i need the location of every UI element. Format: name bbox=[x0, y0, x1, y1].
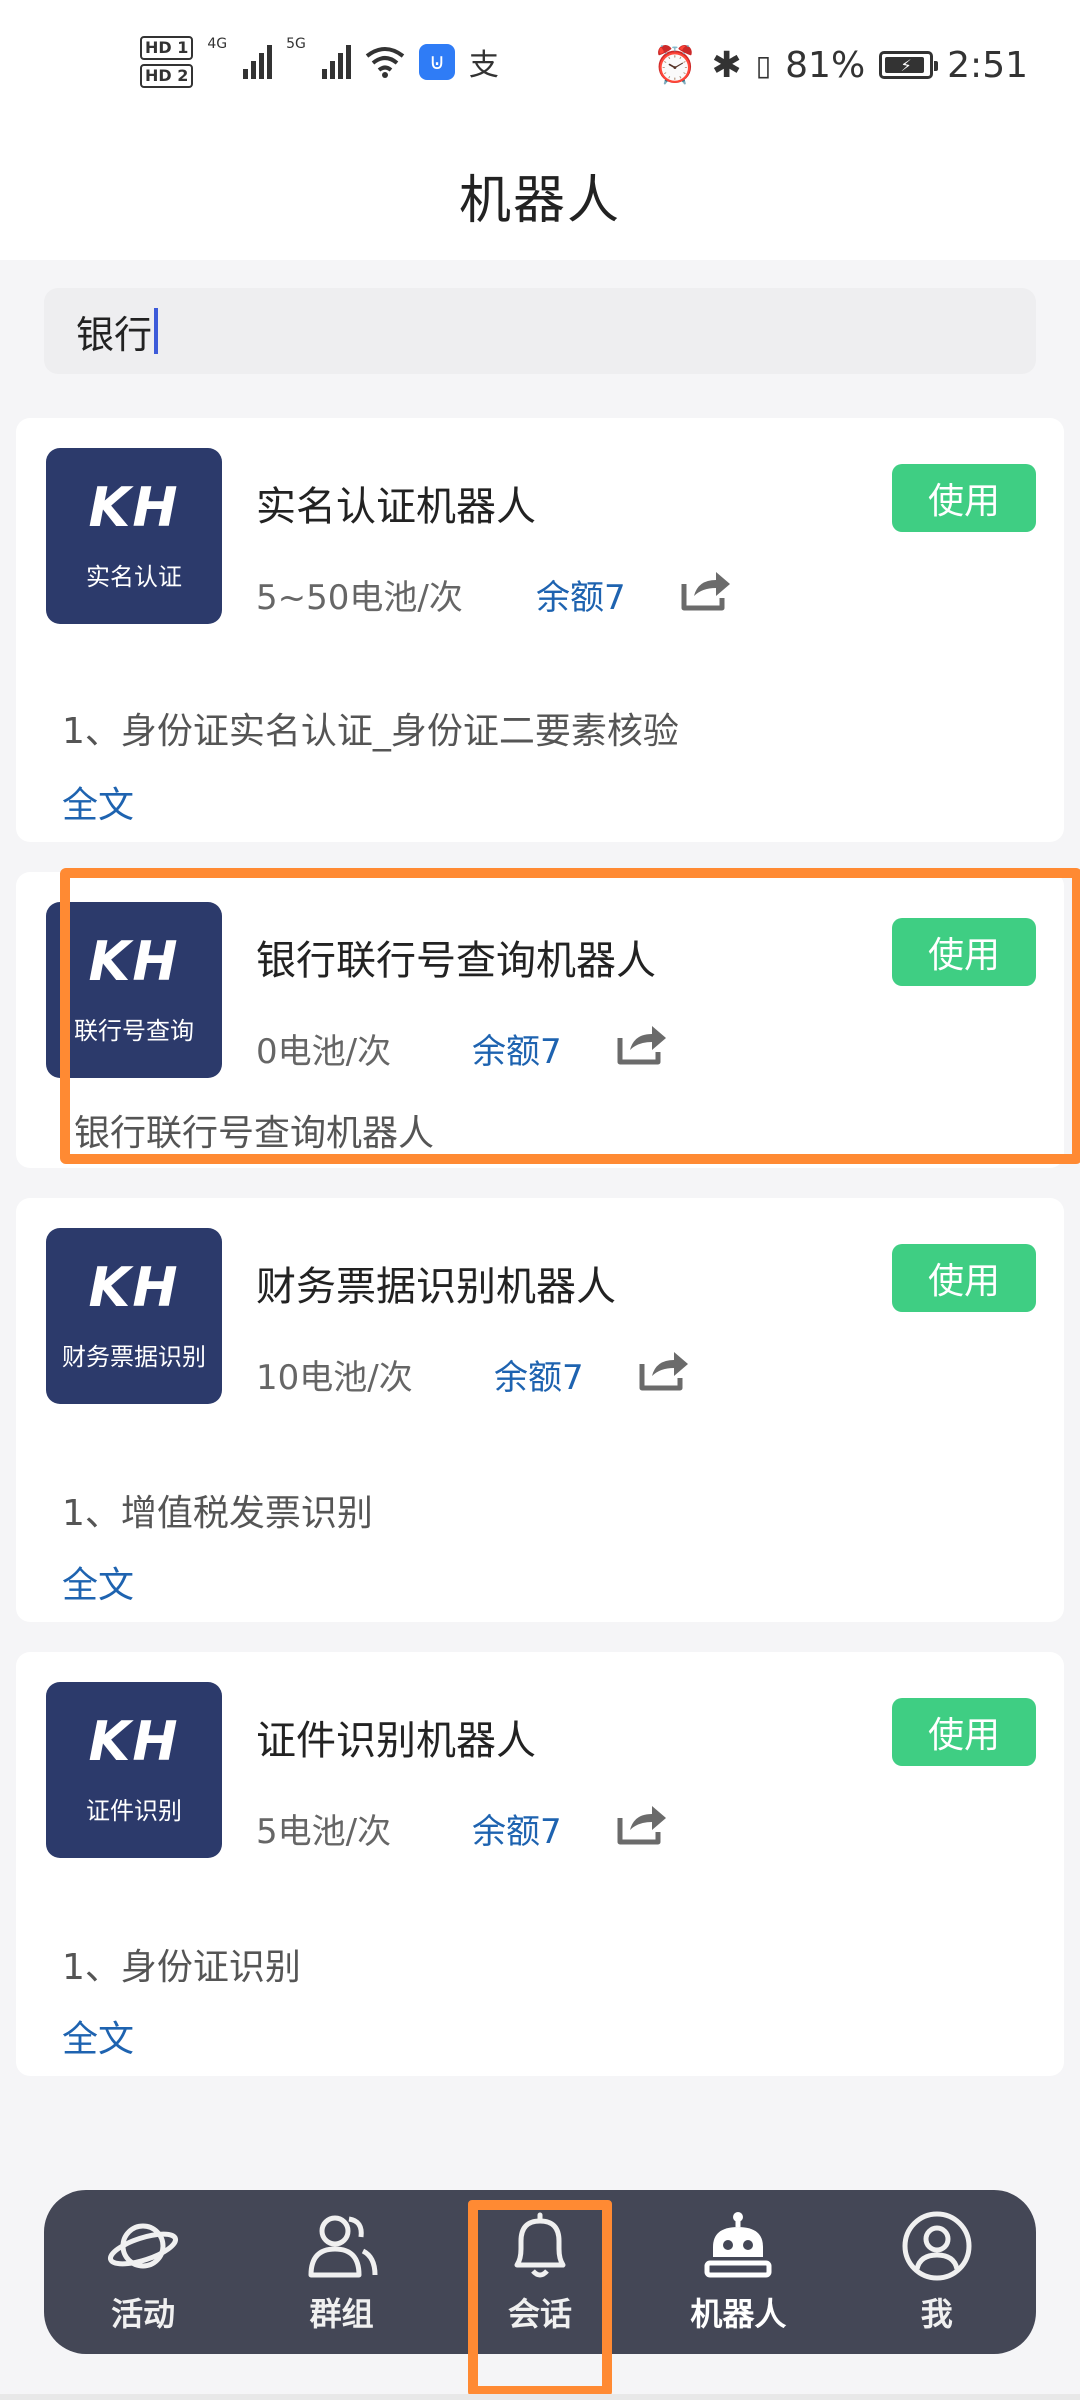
logo-text: 财务票据识别 bbox=[62, 1342, 206, 1371]
share-icon[interactable] bbox=[680, 566, 732, 612]
net1-label: 4G bbox=[207, 36, 228, 52]
signal-icon bbox=[243, 45, 273, 79]
robot-icon bbox=[704, 2212, 772, 2278]
search-input[interactable]: 银行 bbox=[44, 288, 1036, 374]
vibrate-icon: ▯ bbox=[755, 48, 772, 82]
app-badge-icon: ⊍ bbox=[418, 44, 455, 80]
fulltext-link[interactable]: 全文 bbox=[62, 776, 134, 828]
robot-quota: 余额7 bbox=[536, 578, 626, 618]
robot-logo: KH 证件识别 bbox=[46, 1682, 222, 1858]
highlight-box bbox=[60, 868, 1080, 1164]
hd-indicator: HD 1 HD 2 bbox=[140, 36, 194, 88]
tab-activity[interactable]: 活动 bbox=[63, 2209, 223, 2335]
fulltext-link[interactable]: 全文 bbox=[62, 1556, 134, 1608]
share-icon[interactable] bbox=[616, 1800, 668, 1846]
robot-logo: KH 财务票据识别 bbox=[46, 1228, 222, 1404]
status-left: HD 1 HD 2 4G 5G ⊍ 支 bbox=[140, 36, 499, 88]
bluetooth-icon: ✱ bbox=[711, 44, 742, 86]
text-caret bbox=[154, 308, 159, 354]
robot-name: 证件识别机器人 bbox=[256, 1718, 536, 1764]
robot-logo: KH 实名认证 bbox=[46, 448, 222, 624]
logo-mark: KH bbox=[88, 1255, 180, 1319]
status-bar: HD 1 HD 2 4G 5G ⊍ 支 ⏰ ✱ ▯ 81% ⚡ 2:51 bbox=[0, 0, 1080, 130]
net2-label: 5G bbox=[286, 36, 306, 52]
tab-groups[interactable]: 群组 bbox=[262, 2209, 422, 2335]
search-value: 银行 bbox=[76, 312, 153, 357]
robot-description: 1、身份证识别 bbox=[62, 1947, 301, 1988]
status-right: ⏰ ✱ ▯ 81% ⚡ 2:51 bbox=[652, 44, 1028, 87]
tab-label: 我 bbox=[920, 2295, 953, 2333]
tab-robots[interactable]: 机器人 bbox=[658, 2209, 818, 2335]
user-icon bbox=[902, 2211, 972, 2281]
battery-icon: ⚡ bbox=[879, 51, 939, 79]
robot-card[interactable]: KH 证件识别 证件识别机器人 5电池/次 余额7 使用 1、身份证识别 全文 bbox=[16, 1652, 1064, 2076]
fulltext-link[interactable]: 全文 bbox=[62, 2010, 134, 2062]
tab-me[interactable]: 我 bbox=[857, 2209, 1017, 2335]
robot-price: 5电池/次 bbox=[256, 1812, 392, 1852]
group-icon bbox=[308, 2215, 378, 2278]
battery-percent: 81% bbox=[785, 44, 866, 86]
robot-description: 1、身份证实名认证_身份证二要素核验 bbox=[62, 711, 679, 752]
alipay-icon: 支 bbox=[468, 48, 499, 83]
home-indicator bbox=[0, 2394, 1080, 2400]
logo-text: 实名认证 bbox=[86, 562, 182, 591]
robot-card[interactable]: KH 财务票据识别 财务票据识别机器人 10电池/次 余额7 使用 1、增值税发… bbox=[16, 1198, 1064, 1622]
share-icon[interactable] bbox=[638, 1346, 690, 1392]
wifi-icon bbox=[365, 47, 405, 78]
alarm-icon: ⏰ bbox=[652, 45, 698, 86]
robot-price: 10电池/次 bbox=[256, 1358, 413, 1398]
hd2-label: HD 2 bbox=[140, 64, 194, 88]
robot-quota: 余额7 bbox=[472, 1812, 562, 1852]
robot-price: 5~50电池/次 bbox=[256, 578, 463, 618]
tab-label: 活动 bbox=[111, 2295, 176, 2333]
tab-highlight-box bbox=[468, 2200, 612, 2396]
robot-description: 1、增值税发票识别 bbox=[62, 1493, 373, 1534]
robot-card[interactable]: KH 实名认证 实名认证机器人 5~50电池/次 余额7 使用 1、身份证实名认… bbox=[16, 418, 1064, 842]
planet-icon bbox=[108, 2223, 179, 2269]
page-title: 机器人 bbox=[458, 170, 621, 231]
hd1-label: HD 1 bbox=[140, 36, 194, 60]
use-button[interactable]: 使用 bbox=[892, 1698, 1036, 1766]
signal-icon bbox=[321, 45, 351, 79]
logo-text: 证件识别 bbox=[86, 1796, 182, 1825]
logo-mark: KH bbox=[88, 475, 180, 539]
use-button[interactable]: 使用 bbox=[892, 464, 1036, 532]
robot-name: 实名认证机器人 bbox=[256, 484, 536, 530]
page-header: 机器人 bbox=[0, 130, 1080, 260]
robot-quota: 余额7 bbox=[494, 1358, 584, 1398]
use-button[interactable]: 使用 bbox=[892, 1244, 1036, 1312]
tab-label: 群组 bbox=[309, 2295, 374, 2333]
clock: 2:51 bbox=[947, 44, 1028, 86]
logo-mark: KH bbox=[88, 1709, 180, 1773]
robot-name: 财务票据识别机器人 bbox=[256, 1264, 616, 1310]
tab-label: 机器人 bbox=[690, 2295, 787, 2333]
